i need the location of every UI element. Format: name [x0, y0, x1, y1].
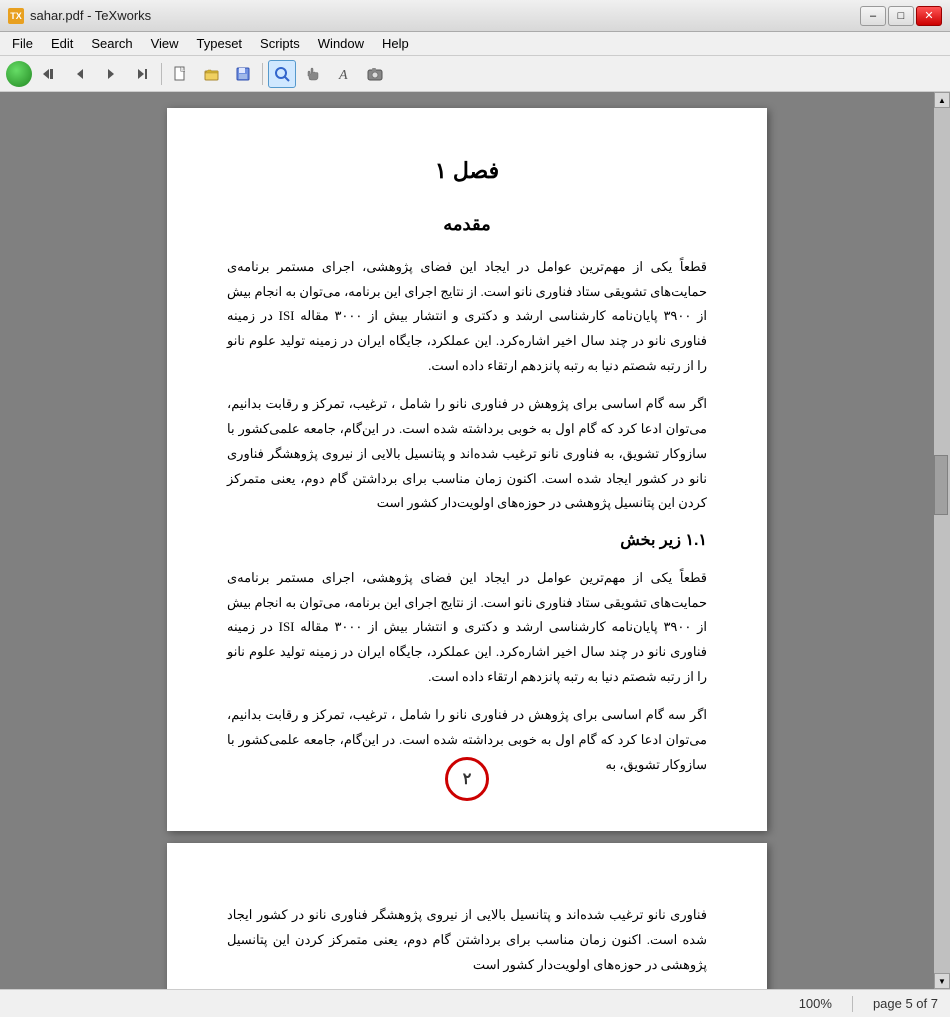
menu-edit[interactable]: Edit — [43, 34, 81, 53]
menu-typeset[interactable]: Typeset — [189, 34, 251, 53]
title-bar: TX sahar.pdf - TeXworks – □ ✕ — [0, 0, 950, 32]
new-page-button[interactable] — [167, 60, 195, 88]
status-separator — [852, 996, 853, 1012]
menu-search[interactable]: Search — [83, 34, 140, 53]
forward-button[interactable] — [97, 60, 125, 88]
app-icon: TX — [8, 8, 24, 24]
paragraph-1: قطعاً یکی از مهم‌ترین عوامل در ایجاد این… — [227, 255, 707, 378]
rewind-button[interactable] — [35, 60, 63, 88]
scroll-up-button[interactable]: ▲ — [934, 92, 950, 108]
paragraph-continuation: فناوری نانو ترغیب شده‌اند و پتانسیل بالا… — [227, 903, 707, 977]
paragraph-3: قطعاً یکی از مهم‌ترین عوامل در ایجاد این… — [227, 566, 707, 689]
window-controls: – □ ✕ — [860, 6, 942, 26]
pdf-page-2: فناوری نانو ترغیب شده‌اند و پتانسیل بالا… — [167, 843, 767, 989]
pdf-viewer[interactable]: فصل ۱ مقدمه قطعاً یکی از مهم‌ترین عوامل … — [0, 92, 934, 989]
pdf-page-1: فصل ۱ مقدمه قطعاً یکی از مهم‌ترین عوامل … — [167, 108, 767, 831]
zoom-level: 100% — [799, 996, 832, 1011]
page-number-annotation: ۲ — [445, 757, 489, 801]
menu-bar: File Edit Search View Typeset Scripts Wi… — [0, 32, 950, 56]
scrollbar-track[interactable] — [934, 108, 950, 973]
minimize-button[interactable]: – — [860, 6, 886, 26]
svg-text:A: A — [338, 68, 348, 82]
subsection-title: ۱.۱ زیر بخش — [227, 530, 707, 550]
save-button[interactable] — [229, 60, 257, 88]
snapshot-button[interactable] — [361, 60, 389, 88]
close-button[interactable]: ✕ — [916, 6, 942, 26]
menu-help[interactable]: Help — [374, 34, 417, 53]
section-title: مقدمه — [227, 214, 707, 235]
run-button[interactable] — [6, 61, 32, 87]
end-button[interactable] — [128, 60, 156, 88]
text-select-button[interactable]: A — [330, 60, 358, 88]
paragraph-2: اگر سه گام اساسی برای پژوهش در فناوری نا… — [227, 392, 707, 515]
search-button[interactable] — [268, 60, 296, 88]
menu-file[interactable]: File — [4, 34, 41, 53]
vertical-scrollbar[interactable]: ▲ ▼ — [934, 92, 950, 989]
status-bar: 100% page 5 of 7 — [0, 989, 950, 1017]
window-title: sahar.pdf - TeXworks — [30, 8, 151, 23]
scrollbar-thumb[interactable] — [934, 455, 948, 515]
scroll-down-button[interactable]: ▼ — [934, 973, 950, 989]
chapter-title: فصل ۱ — [227, 158, 707, 184]
back-button[interactable] — [66, 60, 94, 88]
menu-view[interactable]: View — [143, 34, 187, 53]
toolbar-separator-1 — [161, 63, 162, 85]
pan-button[interactable] — [299, 60, 327, 88]
toolbar: A — [0, 56, 950, 92]
main-area: فصل ۱ مقدمه قطعاً یکی از مهم‌ترین عوامل … — [0, 92, 950, 989]
page-info: page 5 of 7 — [873, 996, 938, 1011]
menu-scripts[interactable]: Scripts — [252, 34, 308, 53]
open-button[interactable] — [198, 60, 226, 88]
menu-window[interactable]: Window — [310, 34, 372, 53]
toolbar-separator-2 — [262, 63, 263, 85]
maximize-button[interactable]: □ — [888, 6, 914, 26]
